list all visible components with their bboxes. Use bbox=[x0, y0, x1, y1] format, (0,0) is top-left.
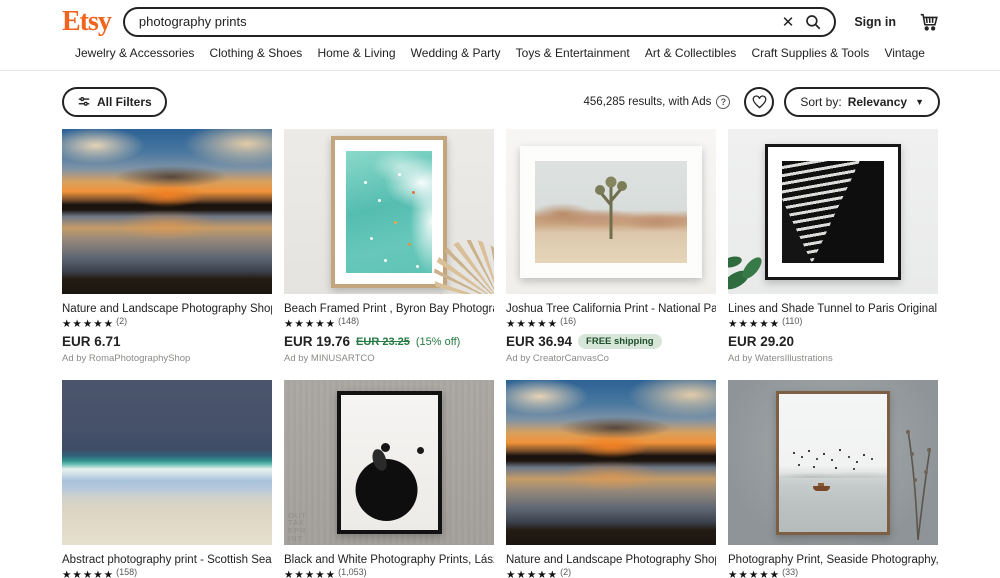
stars-icon: ★★★★★ bbox=[506, 318, 559, 330]
sort-by-button[interactable]: Sort by: Relevancy ▼ bbox=[784, 87, 940, 117]
search-input[interactable] bbox=[138, 14, 772, 29]
sort-by-prefix: Sort by: bbox=[800, 95, 842, 109]
birds-flock-graphic bbox=[793, 451, 795, 454]
stars-icon: ★★★★★ bbox=[728, 569, 781, 578]
listing-image-tunnel-bw[interactable] bbox=[728, 129, 938, 294]
heart-icon bbox=[752, 95, 767, 109]
favorite-search-button[interactable] bbox=[744, 87, 775, 117]
listing-image-joshua-tree[interactable] bbox=[506, 129, 716, 294]
listing-title[interactable]: Joshua Tree California Print - National … bbox=[506, 303, 716, 315]
sign-in-link[interactable]: Sign in bbox=[854, 15, 896, 29]
review-count: (110) bbox=[782, 316, 803, 326]
joshua-tree-graphic bbox=[595, 176, 627, 239]
listing-image-sunset-lake[interactable] bbox=[506, 380, 716, 545]
search-bar[interactable]: ✕ bbox=[122, 6, 837, 37]
stars-icon: ★★★★★ bbox=[506, 569, 559, 578]
listing-card[interactable]: Beach Framed Print , Byron Bay Photograp… bbox=[284, 129, 494, 364]
chevron-down-icon: ▼ bbox=[915, 97, 924, 107]
review-count: (16) bbox=[560, 316, 577, 326]
nav-home-living[interactable]: Home & Living bbox=[317, 46, 395, 60]
site-header: Etsy ✕ Sign in bbox=[0, 0, 1000, 38]
etsy-logo[interactable]: Etsy bbox=[62, 7, 112, 36]
nav-clothing-shoes[interactable]: Clothing & Shoes bbox=[210, 46, 303, 60]
listing-shop[interactable]: Ad by CreatorCanvasCo bbox=[506, 353, 716, 364]
review-count: (33) bbox=[782, 567, 799, 577]
listing-image-sunset-lake[interactable] bbox=[62, 129, 272, 294]
plant-leaves-decor bbox=[728, 256, 762, 290]
boat-graphic bbox=[813, 482, 830, 491]
listing-rating: ★★★★★ (110) bbox=[728, 316, 938, 330]
nav-art-collectibles[interactable]: Art & Collectibles bbox=[645, 46, 736, 60]
listing-title[interactable]: Lines and Shade Tunnel to Paris Original… bbox=[728, 303, 938, 315]
listing-rating: ★★★★★ (2) bbox=[506, 567, 716, 578]
dried-branch-decor bbox=[906, 429, 931, 540]
listing-card[interactable]: Abstract photography print - Scottish Se… bbox=[62, 380, 272, 578]
clear-search-icon[interactable]: ✕ bbox=[772, 13, 805, 31]
all-filters-label: All Filters bbox=[97, 95, 152, 109]
review-count: (148) bbox=[338, 316, 360, 326]
listing-rating: ★★★★★ (16) bbox=[506, 316, 716, 330]
listing-title[interactable]: Nature and Landscape Photography Shop bbox=[506, 554, 716, 566]
listing-rating: ★★★★★ (2) bbox=[62, 316, 272, 330]
listing-image-abstract-seascape[interactable] bbox=[62, 380, 272, 545]
review-count: (2) bbox=[116, 316, 128, 326]
nav-vintage[interactable]: Vintage bbox=[884, 46, 924, 60]
nav-jewelry-accessories[interactable]: Jewelry & Accessories bbox=[75, 46, 194, 60]
listing-card[interactable]: Lines and Shade Tunnel to Paris Original… bbox=[728, 129, 938, 364]
results-count: 456,285 results, with Ads ? bbox=[583, 95, 731, 109]
listing-title[interactable]: Photography Print, Seaside Photography, … bbox=[728, 554, 938, 566]
listing-rating: ★★★★★ (1,053) bbox=[284, 567, 494, 578]
listing-rating: ★★★★★ (148) bbox=[284, 316, 494, 330]
sliders-icon bbox=[78, 96, 90, 106]
review-count: (1,053) bbox=[338, 567, 367, 577]
listing-title[interactable]: Nature and Landscape Photography Shop bbox=[62, 303, 272, 315]
listing-rating: ★★★★★ (158) bbox=[62, 567, 272, 578]
listing-card[interactable]: Joshua Tree California Print - National … bbox=[506, 129, 716, 364]
ads-help-icon[interactable]: ? bbox=[716, 95, 731, 109]
shop-watermark: OUT TAK EPR INT bbox=[288, 510, 307, 544]
listing-card[interactable]: OUT TAK EPR INT Black and White Photogra… bbox=[284, 380, 494, 578]
listing-title[interactable]: Beach Framed Print , Byron Bay Photograp… bbox=[284, 303, 494, 315]
filter-bar: All Filters 456,285 results, with Ads ? … bbox=[0, 71, 1000, 127]
all-filters-button[interactable]: All Filters bbox=[62, 87, 167, 117]
listing-title[interactable]: Black and White Photography Prints, Lász… bbox=[284, 554, 494, 566]
listing-price: EUR 19.76 bbox=[284, 334, 351, 349]
search-results-grid: Nature and Landscape Photography Shop ★★… bbox=[0, 127, 1000, 578]
category-nav: Jewelry & Accessories Clothing & Shoes H… bbox=[0, 38, 1000, 71]
listing-rating: ★★★★★ (33) bbox=[728, 567, 938, 578]
listing-shop[interactable]: Ad by RomaPhotographyShop bbox=[62, 353, 272, 364]
review-count: (2) bbox=[560, 567, 572, 577]
stars-icon: ★★★★★ bbox=[62, 569, 115, 578]
listing-image-bw-circle-art[interactable]: OUT TAK EPR INT bbox=[284, 380, 494, 545]
listing-card[interactable]: Nature and Landscape Photography Shop ★★… bbox=[62, 129, 272, 364]
sort-by-value: Relevancy bbox=[847, 95, 908, 109]
cart-icon[interactable] bbox=[918, 11, 940, 33]
search-icon[interactable] bbox=[804, 13, 822, 31]
listing-price: EUR 29.20 bbox=[728, 334, 795, 349]
nav-wedding-party[interactable]: Wedding & Party bbox=[411, 46, 501, 60]
listing-shop[interactable]: Ad by MINUSARTCO bbox=[284, 353, 494, 364]
discount-label: (15% off) bbox=[415, 335, 461, 348]
listing-title[interactable]: Abstract photography print - Scottish Se… bbox=[62, 554, 272, 566]
listing-card[interactable]: Photography Print, Seaside Photography, … bbox=[728, 380, 938, 578]
nav-craft-supplies[interactable]: Craft Supplies & Tools bbox=[751, 46, 869, 60]
review-count: (158) bbox=[116, 567, 138, 577]
stars-icon: ★★★★★ bbox=[284, 569, 337, 578]
listing-image-beach-framed[interactable] bbox=[284, 129, 494, 294]
listing-price: EUR 36.94 bbox=[506, 334, 573, 349]
stars-icon: ★★★★★ bbox=[728, 318, 781, 330]
nav-toys-entertainment[interactable]: Toys & Entertainment bbox=[516, 46, 630, 60]
original-price: EUR 23.25 bbox=[356, 335, 410, 348]
listing-card[interactable]: Nature and Landscape Photography Shop ★★… bbox=[506, 380, 716, 578]
stars-icon: ★★★★★ bbox=[62, 318, 115, 330]
listing-price: EUR 6.71 bbox=[62, 334, 121, 349]
stars-icon: ★★★★★ bbox=[284, 318, 337, 330]
listing-image-seaside-boat[interactable] bbox=[728, 380, 938, 545]
free-shipping-badge: FREE shipping bbox=[578, 334, 662, 349]
listing-shop[interactable]: Ad by WatersIllustrations bbox=[728, 353, 938, 364]
